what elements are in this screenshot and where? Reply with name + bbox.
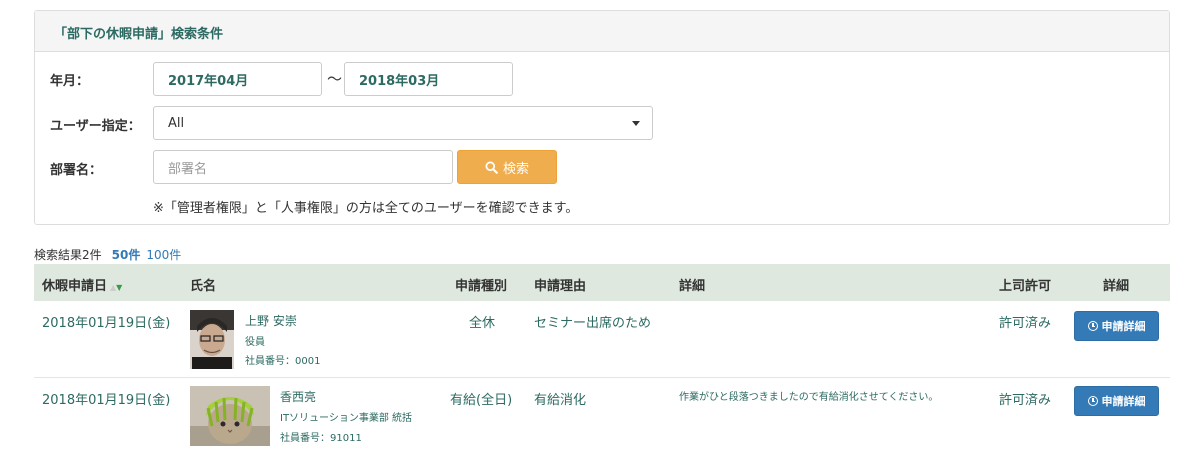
header-approval: 上司許可 <box>999 279 1052 294</box>
row-position: ITソリューション事業部 統括 <box>280 413 413 424</box>
page-size-50-link[interactable]: 50件 <box>112 246 141 263</box>
header-name: 氏名 <box>190 279 217 294</box>
row-type: 有給(全日) <box>450 393 513 408</box>
row-name[interactable]: 香西亮 <box>280 388 316 405</box>
header-reason: 申請理由 <box>534 279 587 294</box>
application-detail-label: 申請詳細 <box>1101 395 1146 408</box>
range-tilde: ～ <box>327 70 343 88</box>
application-detail-button[interactable]: 申請詳細 <box>1074 386 1159 416</box>
from-month-field[interactable]: 2017年04月 <box>153 62 322 96</box>
sort-icon[interactable]: ▲▼ <box>110 283 122 292</box>
dept-placeholder: 部署名 <box>168 161 208 177</box>
avatar <box>190 310 234 369</box>
table-row: 2018年01月19日(金) 香西亮 ITソリューション事業部 統括 社員番号：… <box>34 378 1170 471</box>
row-position: 役員 <box>245 337 265 348</box>
dept-label: 部署名： <box>50 163 103 178</box>
header-type: 申請種別 <box>455 279 508 294</box>
clock-icon <box>1087 396 1098 406</box>
row-date: 2018年01月19日(金) <box>42 316 171 331</box>
panel-title: 「部下の休暇申請」検索条件 <box>35 11 1169 52</box>
dept-input[interactable]: 部署名 <box>153 150 453 184</box>
year-month-label: 年月： <box>50 74 90 89</box>
row-reason: セミナー出席のため <box>534 316 652 331</box>
result-count: 検索結果2件 <box>34 248 102 262</box>
page-size-100-link[interactable]: 100件 <box>146 246 181 263</box>
to-month-field[interactable]: 2018年03月 <box>344 62 513 96</box>
search-button[interactable]: 検索 <box>457 150 557 184</box>
row-employee-no: 社員番号：91011 <box>280 433 362 444</box>
header-date-label: 休暇申請日 <box>42 279 108 294</box>
avatar <box>190 386 270 446</box>
header-detail: 詳細 <box>679 279 706 294</box>
row-detail: 作業がひと段落つきましたので有給消化させてください。 <box>679 392 939 403</box>
result-summary: 検索結果2件 50件 100件 <box>34 246 181 263</box>
search-panel: 「部下の休暇申請」検索条件 年月： 2017年04月 ～ 2018年03月 ユー… <box>34 10 1170 225</box>
search-button-label: 検索 <box>502 161 529 177</box>
row-reason: 有給消化 <box>534 393 587 408</box>
header-action: 詳細 <box>1103 279 1130 294</box>
row-approval: 許可済み <box>999 393 1052 408</box>
permission-note: ※「管理者権限」と「人事権限」の方は全てのユーザーを確認できます。 <box>153 201 579 216</box>
user-select[interactable]: All <box>153 106 653 140</box>
clock-icon <box>1087 321 1098 331</box>
caret-down-icon <box>632 121 640 126</box>
table-row: 2018年01月19日(金) 上野 安崇 役員 社員番号：0001 全休 セミナ… <box>34 301 1170 378</box>
user-label: ユーザー指定： <box>50 119 141 134</box>
row-approval: 許可済み <box>999 316 1052 331</box>
header-date[interactable]: 休暇申請日 ▲▼ <box>42 275 122 294</box>
application-detail-label: 申請詳細 <box>1101 320 1146 333</box>
row-name[interactable]: 上野 安崇 <box>245 312 297 329</box>
row-employee-no: 社員番号：0001 <box>245 356 321 367</box>
table-header: 休暇申請日 ▲▼ 氏名 申請種別 申請理由 詳細 上司許可 詳細 <box>34 264 1170 301</box>
search-icon <box>485 160 498 174</box>
row-type: 全休 <box>469 316 496 331</box>
row-date: 2018年01月19日(金) <box>42 393 171 408</box>
application-detail-button[interactable]: 申請詳細 <box>1074 311 1159 341</box>
user-select-value: All <box>168 115 185 131</box>
